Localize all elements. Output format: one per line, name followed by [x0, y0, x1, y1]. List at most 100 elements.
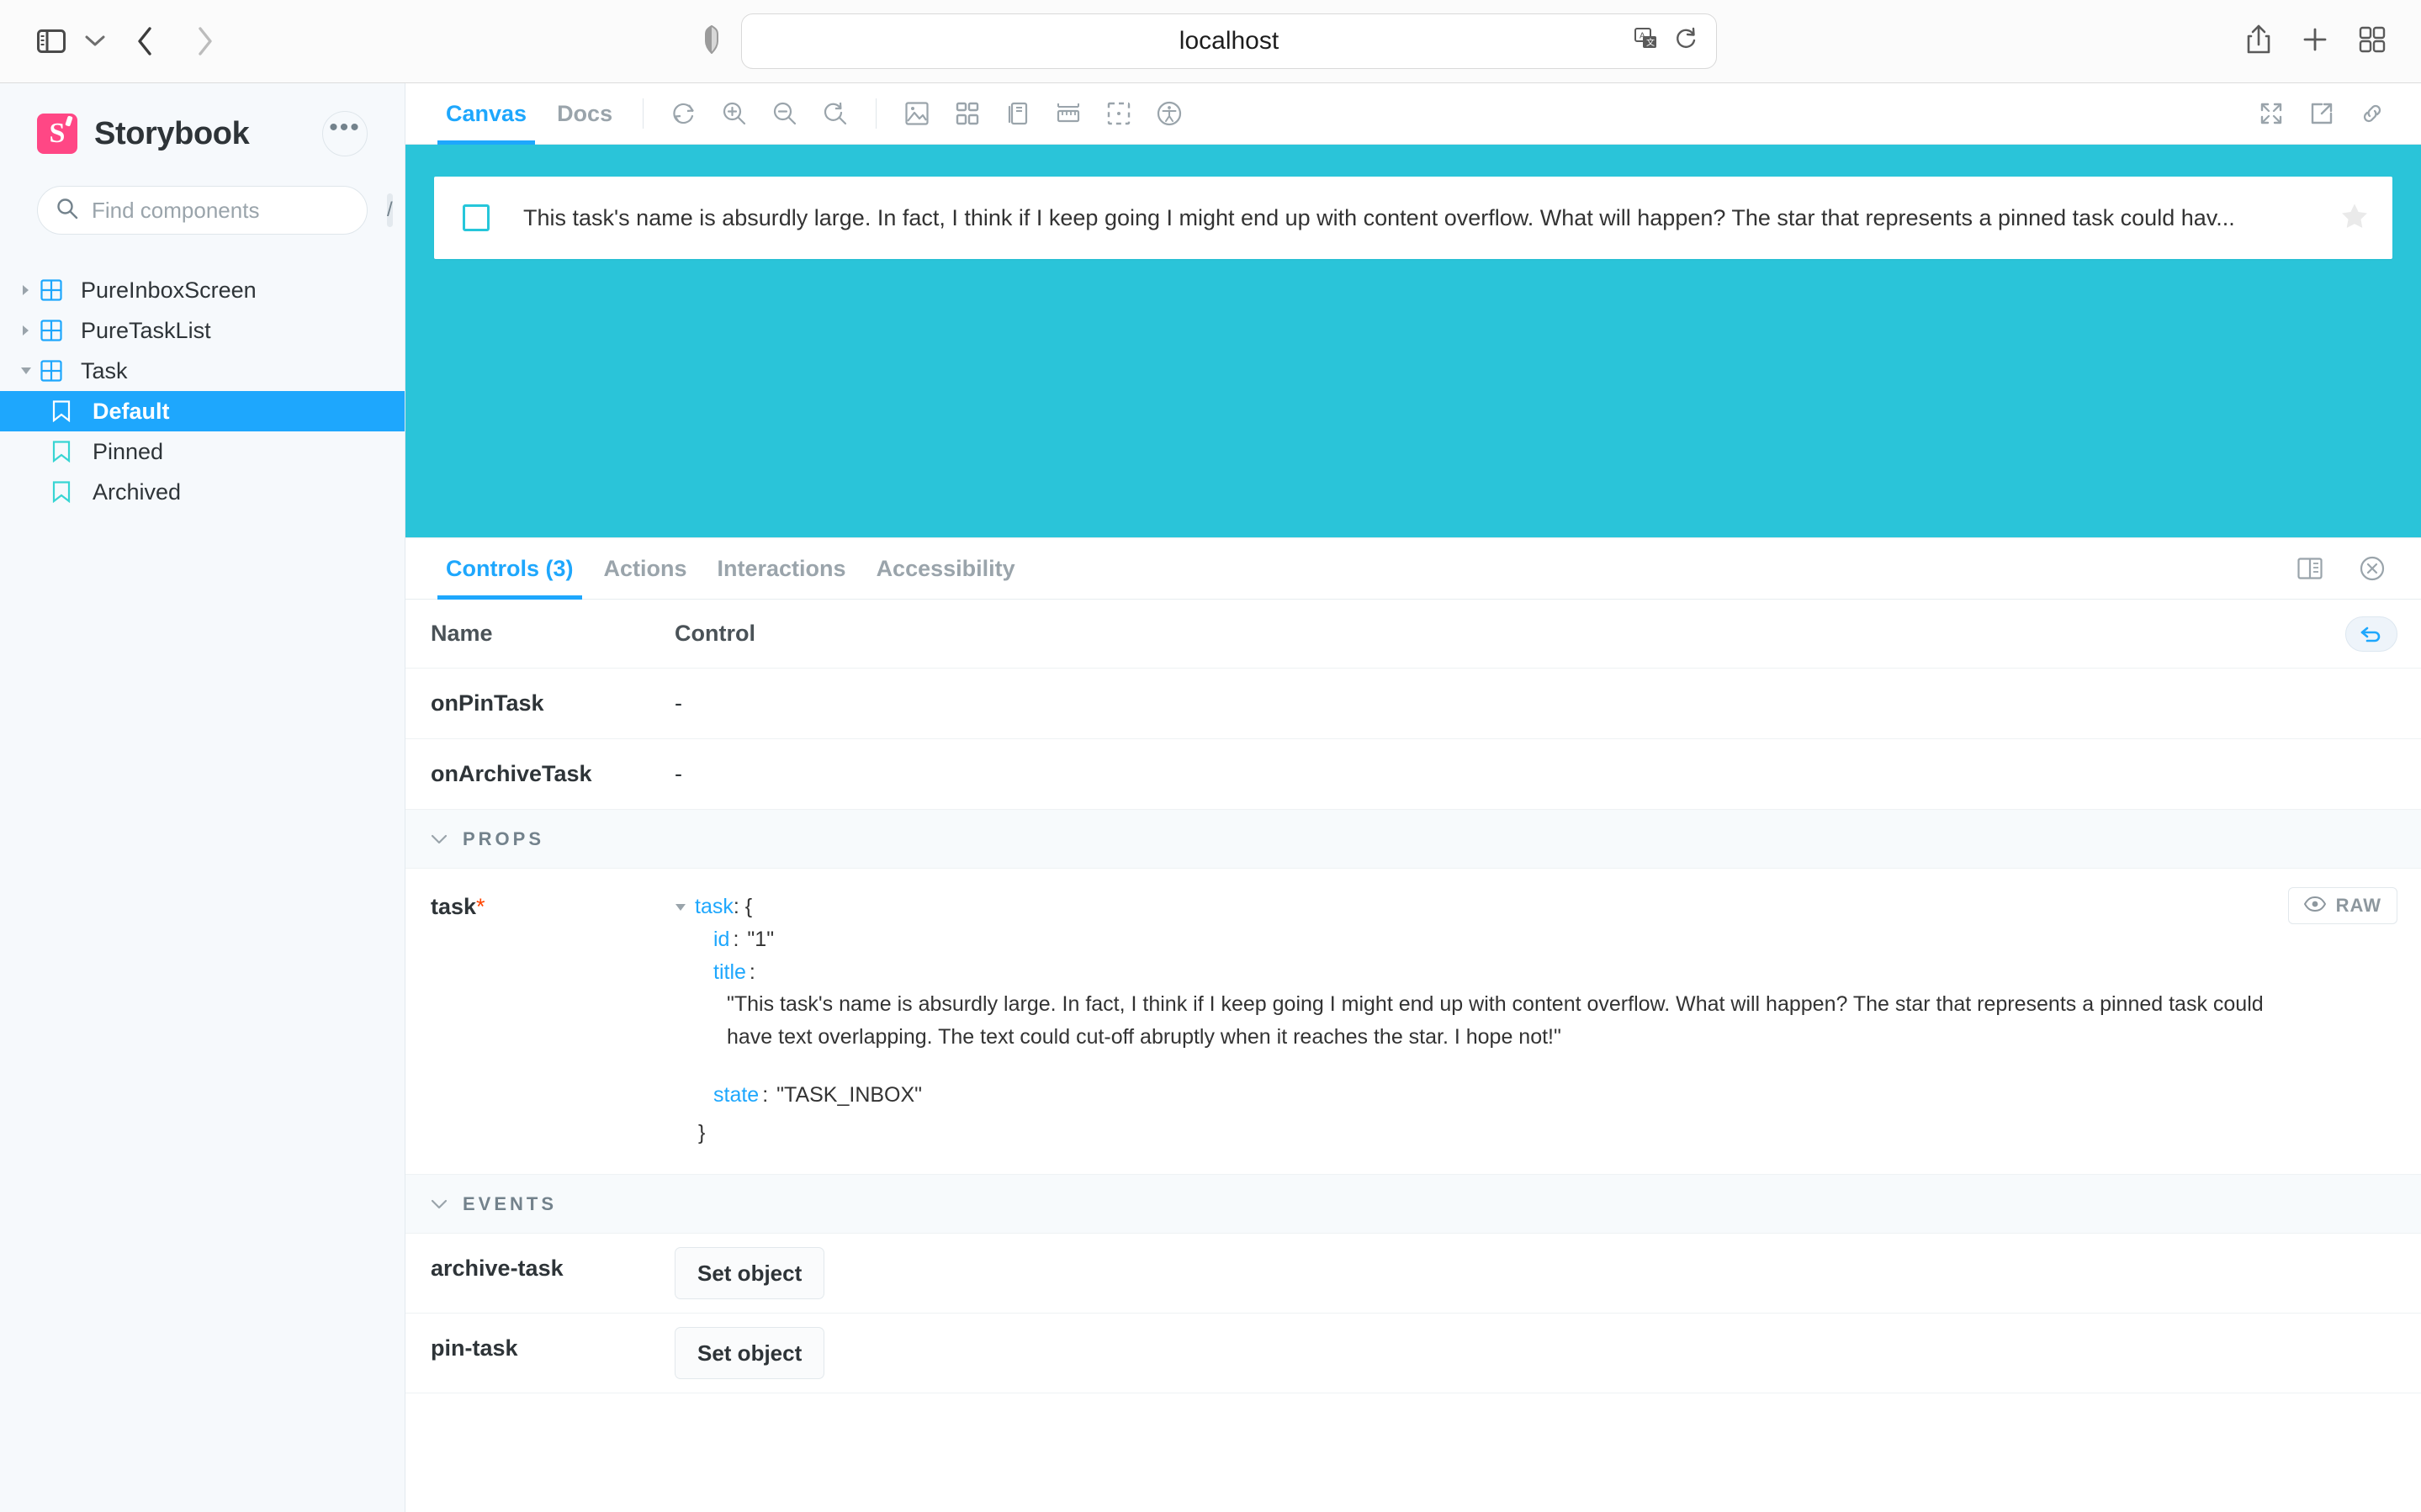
panel-position-icon[interactable]	[2285, 545, 2335, 592]
viewport-icon[interactable]	[993, 90, 1043, 137]
copy-link-icon[interactable]	[2347, 90, 2397, 137]
control-value: -	[675, 669, 2421, 738]
tab-actions[interactable]: Actions	[589, 538, 702, 600]
chevron-right-icon[interactable]	[12, 325, 40, 336]
bookmark-icon	[52, 481, 86, 503]
sidebar-menu-button[interactable]: •••	[322, 111, 368, 156]
sidebar-brand[interactable]: S Storybook •••	[0, 102, 405, 166]
event-control: Set object	[675, 1234, 2421, 1313]
share-icon[interactable]	[2246, 24, 2271, 59]
open-new-tab-icon[interactable]	[2297, 90, 2347, 137]
tree-item-label: Default	[93, 399, 170, 425]
tab-accessibility[interactable]: Accessibility	[861, 538, 1030, 600]
set-object-button[interactable]: Set object	[675, 1247, 824, 1299]
star-icon[interactable]	[2340, 203, 2369, 234]
object-id-key: id	[713, 923, 729, 956]
object-open-brace: : {	[734, 891, 752, 923]
object-root-line[interactable]: task : {	[675, 891, 2421, 923]
zoom-out-icon[interactable]	[760, 90, 810, 137]
storybook-app: S Storybook ••• /	[0, 83, 2421, 1512]
section-header-events[interactable]: EVENTS	[405, 1175, 2421, 1234]
object-close-line: }	[675, 1117, 2421, 1150]
object-id-separator: :	[733, 923, 739, 956]
tab-docs[interactable]: Docs	[542, 83, 628, 145]
zoom-in-icon[interactable]	[709, 90, 760, 137]
control-name: onArchiveTask	[405, 739, 675, 809]
object-title-value[interactable]: "This task's name is absurdly large. In …	[675, 988, 2421, 1054]
prop-name-label: task	[431, 894, 476, 919]
table-row: archive-task Set object	[405, 1234, 2421, 1314]
section-label: PROPS	[463, 828, 544, 850]
object-id-value[interactable]: "1"	[747, 923, 774, 956]
forward-arrow-icon[interactable]	[175, 21, 236, 61]
storybook-logo-icon: S	[37, 114, 77, 154]
background-icon[interactable]	[892, 90, 942, 137]
accessibility-icon[interactable]	[1144, 90, 1195, 137]
address-bar[interactable]: localhost A 文	[741, 13, 1717, 69]
privacy-shield-icon[interactable]	[704, 25, 719, 58]
table-row: onPinTask -	[405, 669, 2421, 739]
search-icon	[56, 198, 78, 224]
component-icon	[40, 279, 74, 301]
fullscreen-icon[interactable]	[2246, 90, 2297, 137]
tree-item-archived[interactable]: Archived	[0, 472, 405, 512]
grid-icon[interactable]	[942, 90, 993, 137]
component-tree: PureInboxScreen PureTaskList	[0, 270, 405, 512]
tab-interactions-label: Interactions	[718, 556, 846, 582]
control-value: -	[675, 739, 2421, 809]
control-name: onPinTask	[405, 669, 675, 738]
back-arrow-icon[interactable]	[114, 21, 175, 61]
search-input[interactable]	[92, 198, 373, 224]
event-control: Set object	[675, 1314, 2421, 1393]
chevron-down-icon[interactable]	[12, 366, 40, 376]
column-header-control-label: Control	[675, 621, 755, 646]
tree-item-puretasklist[interactable]: PureTaskList	[0, 310, 405, 351]
tab-canvas-label: Canvas	[446, 101, 527, 127]
chevron-down-icon[interactable]	[76, 21, 114, 61]
toolbar-divider	[643, 98, 644, 129]
raw-toggle-button[interactable]: RAW	[2288, 887, 2397, 924]
set-object-button[interactable]: Set object	[675, 1327, 824, 1379]
section-header-props[interactable]: PROPS	[405, 810, 2421, 869]
zoom-reset-icon[interactable]	[810, 90, 861, 137]
object-editor[interactable]: task : { id : "1" title : "This task's	[675, 869, 2421, 1174]
tab-interactions[interactable]: Interactions	[702, 538, 861, 600]
object-title-key: title	[713, 956, 746, 989]
tree-item-task[interactable]: Task	[0, 351, 405, 391]
storybook-sidebar: S Storybook ••• /	[0, 83, 405, 1512]
object-close-brace: }	[698, 1117, 705, 1150]
sidebar-toggle-icon[interactable]	[27, 21, 76, 61]
chevron-down-icon[interactable]	[675, 891, 686, 918]
chevron-right-icon[interactable]	[12, 284, 40, 296]
reset-controls-button[interactable]	[2345, 616, 2397, 652]
tab-overview-icon[interactable]	[2359, 26, 2386, 57]
search-box[interactable]: /	[37, 186, 368, 235]
prop-name: task*	[405, 869, 675, 1174]
event-name: pin-task	[405, 1314, 675, 1383]
column-header-control: Control	[675, 621, 2421, 647]
task-item[interactable]: This task's name is absurdly large. In f…	[434, 177, 2392, 259]
translate-icon[interactable]: A 文	[1634, 27, 1659, 56]
plus-icon[interactable]	[2302, 26, 2328, 57]
logo-letter: S	[50, 119, 66, 148]
bookmark-icon	[52, 441, 86, 463]
component-icon	[40, 360, 74, 382]
outline-icon[interactable]	[1094, 90, 1144, 137]
table-row: pin-task Set object	[405, 1314, 2421, 1393]
tree-item-pureinboxscreen[interactable]: PureInboxScreen	[0, 270, 405, 310]
task-title: This task's name is absurdly large. In f…	[523, 205, 2318, 231]
close-panel-icon[interactable]	[2347, 545, 2397, 592]
tab-docs-label: Docs	[557, 101, 612, 127]
remount-icon[interactable]	[659, 90, 709, 137]
tree-item-label: Pinned	[93, 439, 163, 465]
section-label: EVENTS	[463, 1193, 557, 1215]
url-text: localhost	[1179, 27, 1279, 56]
task-checkbox[interactable]	[463, 204, 490, 231]
measure-icon[interactable]	[1043, 90, 1094, 137]
object-state-value[interactable]: "TASK_INBOX"	[776, 1079, 922, 1112]
reload-icon[interactable]	[1674, 27, 1698, 56]
tab-canvas[interactable]: Canvas	[431, 83, 542, 145]
tree-item-default[interactable]: Default	[0, 391, 405, 431]
tree-item-pinned[interactable]: Pinned	[0, 431, 405, 472]
tab-controls[interactable]: Controls (3)	[431, 538, 589, 600]
